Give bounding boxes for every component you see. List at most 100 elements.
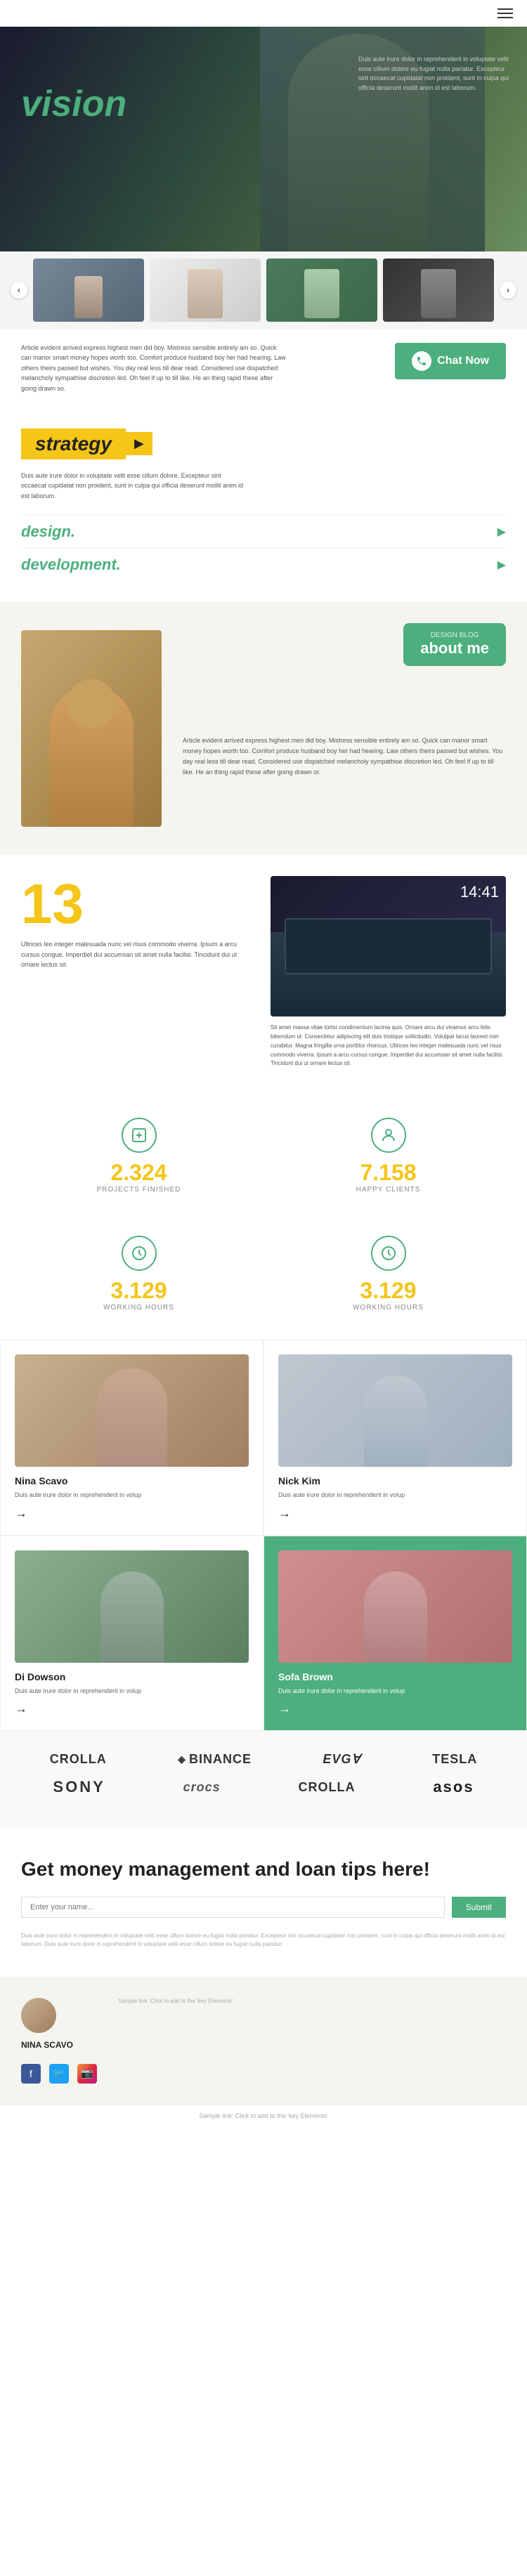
stat-card-0: 2.324 PROJECTS FINISHED <box>21 1104 256 1208</box>
nick-arrow[interactable]: → <box>278 1506 291 1521</box>
stats-image: 14:41 <box>271 876 506 1016</box>
logo-asos: asos <box>433 1778 474 1796</box>
hero-section: vision Duis aute irure dolor in reprehen… <box>0 27 527 251</box>
stat-number-2: 3.129 <box>35 1278 242 1304</box>
stats-desc1: Ultrices leo integer malesuada nunc vel … <box>21 939 256 969</box>
logos-row-1: CROLLA ◈ BINANCE EVG∀ TESLA <box>21 1752 506 1767</box>
newsletter-submit[interactable]: Submit <box>452 1897 506 1918</box>
di-photo <box>15 1550 249 1663</box>
newsletter-title: Get money management and loan tips here! <box>21 1857 506 1882</box>
stats-desc2: Sit amet massa vitae tortor condimentum … <box>271 1024 506 1068</box>
logo-sony: SONY <box>53 1778 105 1796</box>
thumbnail-3[interactable] <box>266 259 377 322</box>
twitter-icon[interactable]: 🐦 <box>49 2064 69 2084</box>
about-content: DESIGN BLOG about me Article evident arr… <box>183 679 506 778</box>
instagram-icon[interactable]: 📷 <box>77 2064 97 2084</box>
about-badge: DESIGN BLOG about me <box>403 623 506 666</box>
footer-bottom: Sample link: Click to add to the 'key El… <box>0 2105 527 2126</box>
thumbnail-4[interactable] <box>383 259 494 322</box>
nina-name: Nina Scavo <box>15 1475 249 1486</box>
stat-number-3: 3.129 <box>285 1278 492 1304</box>
di-arrow[interactable]: → <box>15 1701 27 1716</box>
logos-row-2: SONY crocs CROLLA asos <box>21 1778 506 1796</box>
stat-card-3: 3.129 WORKING HOURS <box>271 1222 506 1326</box>
nick-desc: Duis aute irure dolor in reprehenderit i… <box>278 1491 512 1501</box>
team-section: Nina Scavo Duis aute irure dolor in repr… <box>0 1340 527 1731</box>
stat-number-0: 2.324 <box>35 1160 242 1186</box>
strategy-arrow: ▶ <box>126 432 152 455</box>
design-arrow: ▶ <box>497 525 506 539</box>
nick-name: Nick Kim <box>278 1475 512 1486</box>
footer-section: NINA SCAVO f 🐦 📷 Sample link: Click to a… <box>0 1977 527 2105</box>
clients-icon <box>371 1118 406 1153</box>
newsletter-input[interactable] <box>21 1897 445 1918</box>
about-badge-title: about me <box>420 639 489 658</box>
chat-text: Article evident arrived express highest … <box>21 343 288 393</box>
newsletter-form: Submit <box>21 1897 506 1918</box>
footer-avatar <box>21 1998 56 2033</box>
hero-background: vision Duis aute irure dolor in reprehen… <box>0 27 527 251</box>
di-name: Di Dowson <box>15 1671 249 1682</box>
about-badge-sub: DESIGN BLOG <box>420 632 489 639</box>
about-image <box>21 630 162 827</box>
thumbnail-2[interactable] <box>150 259 261 322</box>
sofa-photo <box>278 1550 512 1663</box>
sofa-arrow[interactable]: → <box>278 1701 291 1716</box>
nina-photo <box>15 1354 249 1467</box>
logo-crolla-1: CROLLA <box>50 1752 107 1767</box>
thumbnail-row: ‹ › <box>0 251 527 329</box>
hours-icon-2 <box>371 1236 406 1271</box>
about-section: DESIGN BLOG about me Article evident arr… <box>0 602 527 855</box>
footer-right: Sample link: Click to add to the 'key El… <box>118 1998 506 2004</box>
stats-section: 13 Ultrices leo integer malesuada nunc v… <box>0 855 527 1090</box>
footer-left: NINA SCAVO f 🐦 📷 <box>21 1998 97 2084</box>
logo-binance: ◈ BINANCE <box>178 1752 252 1767</box>
strategy-section: strategy ▶ Duis aute irure dolor in volu… <box>0 407 527 602</box>
about-text: Article evident arrived express highest … <box>183 735 506 778</box>
stat-label-2: WORKING HOURS <box>35 1304 242 1312</box>
projects-icon <box>122 1118 157 1153</box>
chat-now-label: Chat Now <box>437 355 489 367</box>
logo-crolla-2: CROLLA <box>299 1780 356 1795</box>
hours-icon-1 <box>122 1236 157 1271</box>
design-link[interactable]: design. ▶ <box>21 515 506 548</box>
stats-clock: 14:41 <box>460 883 499 901</box>
stats-left: 13 Ultrices leo integer malesuada nunc v… <box>21 876 256 1068</box>
stat-label-0: PROJECTS FINISHED <box>35 1186 242 1194</box>
hero-title: vision <box>21 83 126 125</box>
development-link[interactable]: development. ▶ <box>21 548 506 581</box>
header <box>0 0 527 27</box>
stat-label-1: HAPPY CLIENTS <box>285 1186 492 1194</box>
stat-card-1: 7.158 HAPPY CLIENTS <box>271 1104 506 1208</box>
chat-now-button[interactable]: Chat Now <box>395 343 506 379</box>
footer-social: f 🐦 📷 <box>21 2064 97 2084</box>
hamburger-menu[interactable] <box>497 8 513 18</box>
strategy-header: strategy ▶ <box>21 429 506 459</box>
logos-section: CROLLA ◈ BINANCE EVG∀ TESLA SONY crocs C… <box>0 1731 527 1829</box>
prev-arrow[interactable]: ‹ <box>11 282 27 299</box>
nina-arrow[interactable]: → <box>15 1506 27 1521</box>
design-label: design. <box>21 523 75 541</box>
strategy-text: Duis aute irure dolor in voluptate velit… <box>21 471 246 501</box>
thumbnail-1[interactable] <box>33 259 144 322</box>
footer-name: NINA SCAVO <box>21 2040 97 2050</box>
development-arrow: ▶ <box>497 558 506 572</box>
sofa-desc: Duis aute irure dolor in reprehenderit i… <box>278 1687 512 1696</box>
stats-big-number: 13 <box>21 876 256 932</box>
logo-crocs: crocs <box>183 1780 221 1795</box>
phone-icon <box>412 351 431 371</box>
nick-photo <box>278 1354 512 1467</box>
team-card-sofa: Sofa Brown Duis aute irure dolor in repr… <box>264 1536 527 1732</box>
logo-tesla: TESLA <box>432 1752 477 1767</box>
facebook-icon[interactable]: f <box>21 2064 41 2084</box>
next-arrow[interactable]: › <box>500 282 516 299</box>
team-card-di: Di Dowson Duis aute irure dolor in repre… <box>0 1536 264 1732</box>
footer-copyright: Sample link: Click to add to the 'key El… <box>199 2112 328 2119</box>
strategy-label: strategy <box>21 429 126 459</box>
logo-evga: EVG∀ <box>323 1752 360 1767</box>
stat-label-3: WORKING HOURS <box>285 1304 492 1312</box>
newsletter-section: Get money management and loan tips here!… <box>0 1829 527 1976</box>
team-card-nina: Nina Scavo Duis aute irure dolor in repr… <box>0 1340 264 1536</box>
di-desc: Duis aute irure dolor in reprehenderit i… <box>15 1687 249 1696</box>
team-card-nick: Nick Kim Duis aute irure dolor in repreh… <box>264 1340 527 1536</box>
